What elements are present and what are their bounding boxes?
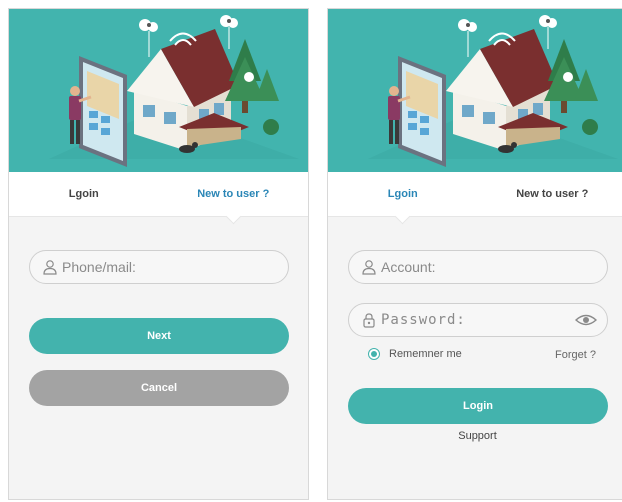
- login-button[interactable]: Login: [348, 388, 608, 424]
- smart-home-illustration: [47, 13, 301, 169]
- password-field[interactable]: [348, 303, 608, 337]
- lock-icon: [363, 313, 375, 328]
- next-button[interactable]: Next: [29, 318, 289, 354]
- smart-home-illustration: [366, 13, 620, 169]
- tab-login-label: Lgoin: [387, 188, 418, 200]
- hero-illustration: [9, 9, 308, 172]
- remember-me-label: Rememner me: [389, 348, 462, 360]
- tab-login-label: Lgoin: [68, 188, 99, 200]
- account-field[interactable]: [348, 250, 608, 284]
- tab-bar: Lgoin New to user ?: [9, 172, 309, 225]
- cancel-button-label: Cancel: [140, 382, 178, 394]
- remember-me-radio[interactable]: [368, 348, 380, 360]
- register-screen: Lgoin New to user ? Next Cancel: [8, 8, 309, 500]
- active-tab-indicator: [394, 208, 411, 225]
- tab-new-user[interactable]: New to user ?: [159, 172, 309, 225]
- user-icon: [362, 260, 376, 275]
- forget-password-link[interactable]: Forget ?: [555, 349, 596, 361]
- tab-new-user[interactable]: New to user ?: [478, 172, 622, 216]
- eye-icon[interactable]: [575, 312, 597, 328]
- next-button-label: Next: [147, 330, 171, 342]
- user-icon: [43, 260, 57, 275]
- tab-login[interactable]: Lgoin: [328, 172, 478, 225]
- login-button-label: Login: [463, 400, 493, 412]
- support-link[interactable]: Support: [328, 430, 622, 442]
- hero-illustration: [328, 9, 622, 172]
- tab-new-user-label: New to user ?: [516, 188, 589, 200]
- cancel-button[interactable]: Cancel: [29, 370, 289, 406]
- tab-bar: Lgoin New to user ?: [328, 172, 622, 225]
- remember-me-option[interactable]: Rememner me: [368, 348, 462, 360]
- tab-login[interactable]: Lgoin: [9, 172, 159, 216]
- login-screen: Lgoin New to user ? Rememner me Forget ?: [327, 8, 622, 500]
- phone-mail-input[interactable]: [62, 259, 252, 275]
- phone-mail-field[interactable]: [29, 250, 289, 284]
- account-input[interactable]: [381, 259, 571, 275]
- tab-new-user-label: New to user ?: [197, 188, 270, 200]
- password-input[interactable]: [381, 312, 571, 328]
- active-tab-indicator: [225, 208, 242, 225]
